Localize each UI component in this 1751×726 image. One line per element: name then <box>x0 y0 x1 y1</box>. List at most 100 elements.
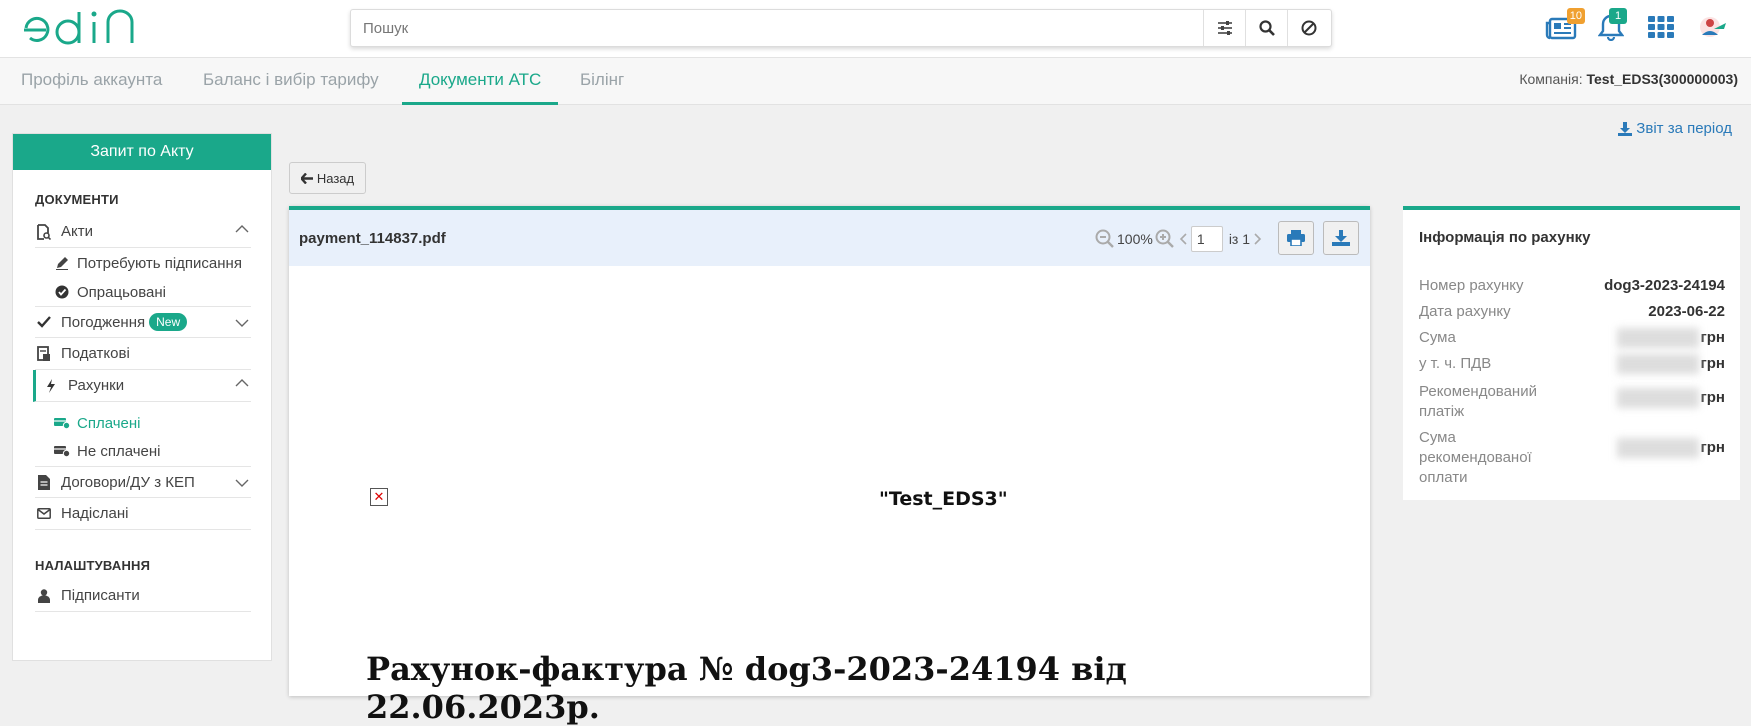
sidebar-item-label: Рахунки <box>68 377 125 394</box>
info-value-recommended-amount: грн <box>1616 438 1725 458</box>
pdf-viewer-toolbar: payment_114837.pdf 100% 1 із 1 <box>289 210 1370 266</box>
chevron-up-icon <box>235 225 249 233</box>
info-label: у т. ч. ПДВ <box>1419 355 1492 372</box>
sidebar-item-label: Погодження <box>61 313 146 331</box>
info-label: Сума рекомендованої оплати <box>1419 429 1532 486</box>
info-label: Рекомендований платіж <box>1419 383 1537 420</box>
info-value-recommended: грн <box>1616 388 1725 408</box>
currency-label: грн <box>1700 329 1725 346</box>
documents-heading: ДОКУМЕНТИ <box>35 192 119 207</box>
tab-ats-documents[interactable]: Документи АТС <box>402 58 559 105</box>
sidebar-item-label: Податкові <box>61 345 130 362</box>
sidebar-item-label: Опрацьовані <box>77 283 166 301</box>
sidebar-item-label: Підписанти <box>61 587 140 604</box>
tab-account-profile[interactable]: Профіль аккаунта <box>4 58 179 105</box>
sidebar-item-label: Акти <box>61 223 93 240</box>
sidebar-subitem-processed[interactable]: Опрацьовані <box>53 277 166 307</box>
pen-icon <box>53 256 71 270</box>
document-company-name: "Test_EDS3" <box>879 488 1008 510</box>
pdf-file-name: payment_114837.pdf <box>299 230 446 247</box>
user-avatar[interactable] <box>1691 10 1731 44</box>
download-icon <box>1332 230 1350 246</box>
notifications-count-badge: 1 <box>1609 8 1627 24</box>
currency-label: грн <box>1700 439 1725 456</box>
zoom-controls: 100% 1 із 1 <box>1095 226 1262 252</box>
redacted-value <box>1616 354 1699 374</box>
check-circle-icon <box>53 285 71 299</box>
settings-heading: НАЛАШТУВАННЯ <box>35 558 151 573</box>
top-bar: 10 1 <box>0 0 1751 58</box>
currency-label: грн <box>1700 355 1725 372</box>
sidebar-item-invoices[interactable]: Рахунки <box>33 370 251 402</box>
sidebar-item-label: Потребують підписання <box>77 254 242 272</box>
print-icon <box>1287 230 1305 246</box>
tax-document-icon <box>35 345 53 362</box>
chevron-down-icon <box>235 479 249 487</box>
arrow-left-icon <box>300 172 313 184</box>
company-label: Компанія: <box>1519 71 1583 87</box>
sidebar-item-label: Сплачені <box>77 414 141 432</box>
user-icon <box>35 588 53 603</box>
edin-logo[interactable] <box>22 8 154 50</box>
bolt-icon <box>42 378 60 393</box>
news-count-badge: 10 <box>1566 8 1585 24</box>
sidebar-item-sent[interactable]: Надіслані <box>35 498 251 530</box>
sidebar-subitem-paid[interactable]: Сплачені <box>53 408 141 438</box>
sidebar-item-acts[interactable]: Акти <box>35 216 251 248</box>
sidebar-item-label: Не сплачені <box>77 442 161 460</box>
chevron-up-icon <box>235 379 249 387</box>
sidebar-item-tax[interactable]: Податкові <box>35 338 251 370</box>
apps-menu-button[interactable] <box>1641 10 1681 44</box>
zoom-level: 100% <box>1117 231 1153 247</box>
print-button[interactable] <box>1278 221 1314 255</box>
notifications-button[interactable]: 1 <box>1591 8 1631 44</box>
info-label: Дата рахунку <box>1419 303 1511 320</box>
grid-icon <box>1648 16 1674 38</box>
prev-page-icon[interactable] <box>1179 233 1187 245</box>
clear-search-button[interactable] <box>1287 10 1329 46</box>
info-value-vat: грн <box>1616 354 1725 374</box>
download-icon <box>1618 121 1633 136</box>
filter-settings-button[interactable] <box>1203 10 1245 46</box>
sidebar-item-contracts[interactable]: Договори/ДУ з КЕП <box>35 466 251 498</box>
new-badge: New <box>149 313 188 331</box>
back-button-label: Назад <box>316 170 355 186</box>
sidebar-subitem-need-sign[interactable]: Потребують підписання <box>53 248 242 278</box>
file-text-icon <box>35 474 53 490</box>
search-button[interactable] <box>1245 10 1287 46</box>
back-button[interactable]: Назад <box>289 162 366 194</box>
sidebar: Запит по Акту ДОКУМЕНТИ Акти Потребують … <box>12 133 272 661</box>
company-name: Test_EDS3(300000003) <box>1586 71 1738 87</box>
paid-money-icon <box>53 417 71 429</box>
news-button[interactable]: 10 <box>1541 8 1585 44</box>
sidebar-subitem-unpaid[interactable]: Не сплачені <box>53 436 161 466</box>
invoice-info-heading: Інформація по рахунку <box>1419 229 1591 246</box>
zoom-in-icon[interactable] <box>1155 229 1175 249</box>
zoom-out-icon[interactable] <box>1095 229 1115 249</box>
currency-label: грн <box>1700 389 1725 406</box>
unpaid-money-icon <box>53 445 71 457</box>
redacted-value <box>1616 438 1699 458</box>
redacted-value <box>1616 328 1699 348</box>
tab-balance-tariff[interactable]: Баланс і вибір тарифу <box>186 58 396 105</box>
period-report-link[interactable]: Звіт за період <box>1618 120 1732 137</box>
page-count: із 1 <box>1228 231 1251 247</box>
sidebar-item-signers[interactable]: Підписанти <box>35 580 251 612</box>
sliders-icon <box>1217 21 1232 35</box>
chevron-down-icon <box>235 319 249 327</box>
sidebar-item-approvals[interactable]: Погодження New <box>35 306 251 338</box>
next-page-icon[interactable] <box>1254 233 1262 245</box>
redacted-value <box>1616 388 1699 408</box>
info-value: dog3-2023-24194 <box>1604 277 1725 294</box>
company-indicator: Компанія: Test_EDS3(300000003) <box>1519 71 1738 87</box>
act-request-button[interactable]: Запит по Акту <box>13 134 271 170</box>
sidebar-item-label: Надіслані <box>61 505 129 522</box>
invoice-info-panel: Інформація по рахунку Номер рахунку dog3… <box>1403 206 1740 500</box>
period-report-label: Звіт за період <box>1636 120 1732 137</box>
search-input[interactable] <box>363 10 1203 46</box>
tab-billing[interactable]: Білінг <box>563 58 641 105</box>
page-number-input[interactable]: 1 <box>1190 226 1223 252</box>
pdf-viewer: payment_114837.pdf 100% 1 із 1 ✕ "Test_E… <box>289 206 1370 726</box>
download-button[interactable] <box>1323 221 1359 255</box>
info-label: Номер рахунку <box>1419 277 1524 294</box>
